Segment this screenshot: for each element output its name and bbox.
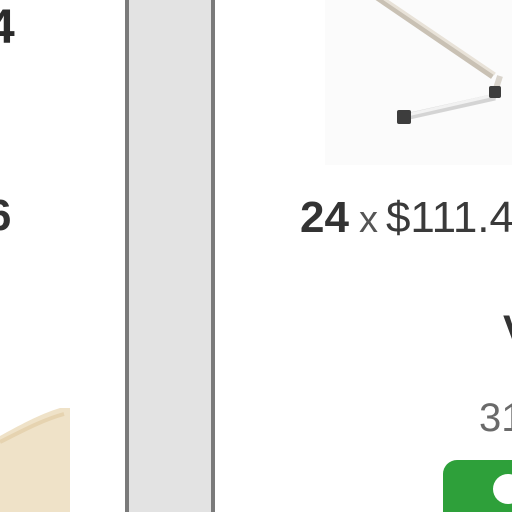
- times-symbol: x: [358, 199, 378, 241]
- wood-product-image: [0, 408, 70, 512]
- quantity-value: 24: [300, 193, 349, 242]
- chair-frame-image[interactable]: [325, 0, 512, 165]
- right-product-card[interactable]: 24x$111.4 V 31: [215, 0, 512, 512]
- button-circle-icon: [493, 474, 512, 504]
- scroll-divider: [125, 0, 215, 512]
- bold-text-fragment: V: [503, 310, 512, 350]
- quantity-price-line: 24 x $111.4: [300, 196, 512, 240]
- add-to-cart-button[interactable]: [443, 460, 512, 512]
- left-product-card[interactable]: 4 76: [0, 0, 126, 512]
- product-title-fragment: 4: [0, 1, 15, 54]
- gray-text-fragment: 31: [479, 396, 512, 440]
- price-fragment: 76: [0, 194, 12, 238]
- unit-price: $111.4: [385, 193, 512, 242]
